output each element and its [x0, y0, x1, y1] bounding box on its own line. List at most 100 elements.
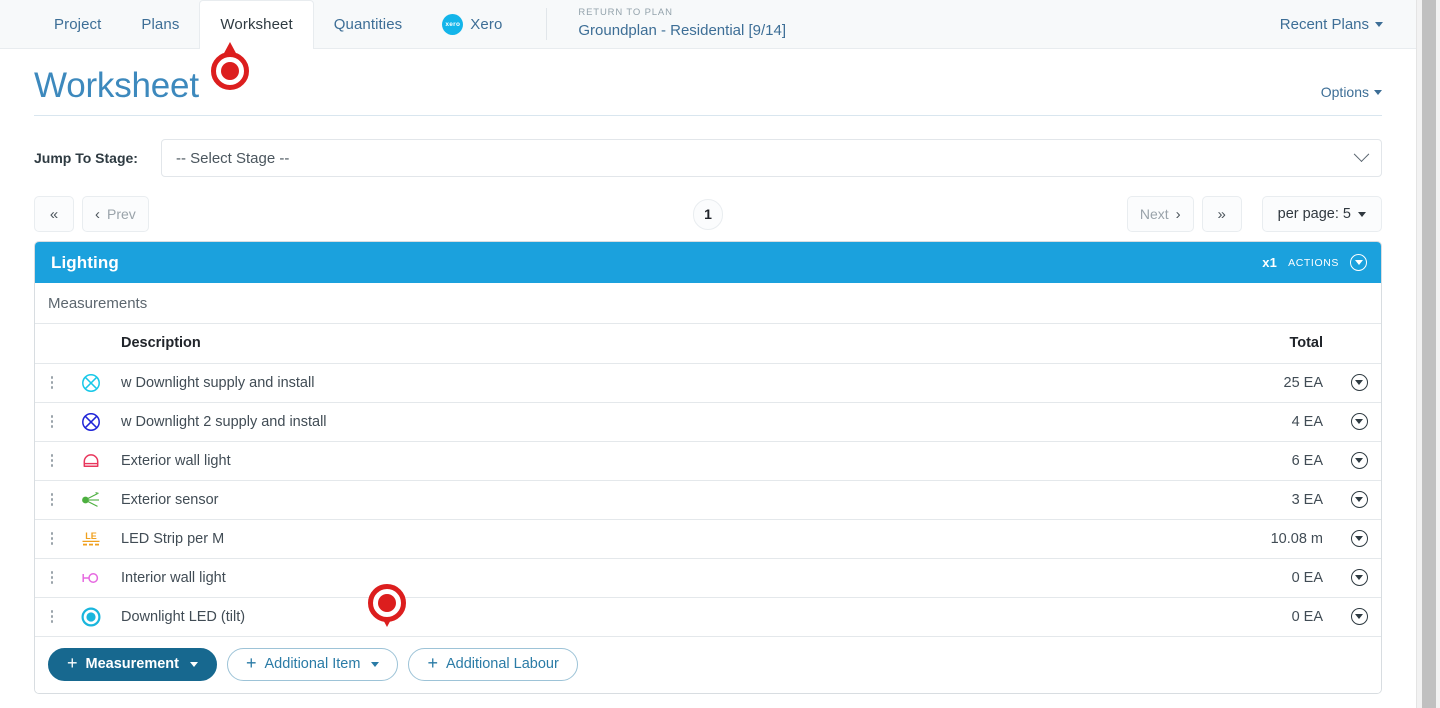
nav-tab-plans[interactable]: Plans — [121, 0, 199, 48]
row-total: 6 EA — [1177, 441, 1337, 481]
chevron-down-icon — [190, 661, 198, 667]
row-actions-caret-icon[interactable] — [1350, 608, 1368, 625]
table-row[interactable]: Downlight LED (tilt) 0 EA — [35, 597, 1381, 637]
jump-to-stage-row: Jump To Stage: -- Select Stage -- — [34, 116, 1382, 177]
pagination-prev-button[interactable]: ‹ Prev — [82, 196, 149, 232]
return-to-plan-link[interactable]: RETURN TO PLAN Groundplan - Residential … — [547, 0, 786, 48]
pagination-next-button[interactable]: Next › — [1126, 196, 1194, 232]
card-footer-buttons: + Measurement + Additional Item + Additi… — [35, 636, 1381, 693]
measurements-table: Description Total w Downlight supply and… — [35, 324, 1381, 637]
row-description: LED Strip per M — [113, 519, 1177, 559]
chevron-down-icon — [1375, 21, 1383, 27]
card-actions-caret-icon[interactable] — [1350, 254, 1367, 271]
nav-tab-label: Quantities — [333, 15, 403, 33]
add-additional-labour-button[interactable]: + Additional Labour — [408, 647, 578, 681]
table-body: w Downlight supply and install 25 EA w Dow… — [35, 363, 1381, 637]
nav-tab-xero[interactable]: xero Xero — [422, 0, 522, 48]
row-actions-caret-icon[interactable] — [1350, 452, 1368, 469]
row-drag-handle-cell — [35, 402, 69, 442]
nav-tab-project[interactable]: Project — [34, 0, 121, 48]
row-icon-cell — [69, 441, 113, 481]
row-total: 25 EA — [1177, 363, 1337, 403]
stage-select-value: -- Select Stage -- — [176, 149, 290, 167]
row-description: w Downlight 2 supply and install — [113, 402, 1177, 442]
chevron-down-icon — [1374, 89, 1382, 95]
row-description: Exterior wall light — [113, 441, 1177, 481]
drag-handle-icon[interactable] — [36, 610, 68, 623]
pagination-current-page[interactable]: 1 — [693, 198, 723, 230]
chevron-down-icon — [1353, 145, 1370, 162]
drag-handle-icon[interactable] — [36, 532, 68, 545]
row-actions-caret-icon[interactable] — [1350, 530, 1368, 547]
card-actions-label[interactable]: ACTIONS — [1288, 257, 1339, 269]
row-actions-caret-icon[interactable] — [1350, 569, 1368, 586]
row-drag-handle-cell — [35, 363, 69, 403]
nav-tab-label: Xero — [470, 15, 503, 33]
double-chevron-left-icon: « — [49, 205, 59, 223]
pagination-last-button[interactable]: » — [1201, 196, 1242, 232]
drag-handle-icon[interactable] — [36, 571, 68, 584]
row-actions-caret-icon[interactable] — [1350, 491, 1368, 508]
row-actions-cell — [1337, 558, 1381, 598]
col-handle-header — [35, 324, 69, 364]
table-row[interactable]: Interior wall light 0 EA — [35, 558, 1381, 598]
nav-tab-label: Plans — [141, 15, 180, 33]
nav-tab-list: Project Plans Worksheet Quantities xero … — [0, 0, 522, 49]
screenshot-root: Project Plans Worksheet Quantities xero … — [0, 0, 1440, 708]
row-total: 3 EA — [1177, 480, 1337, 520]
add-additional-item-button[interactable]: + Additional Item — [227, 647, 399, 681]
pagination-bar: « ‹ Prev 1 Next › » per page: 5 — [34, 177, 1382, 232]
plus-icon: + — [246, 653, 257, 673]
nav-tab-quantities[interactable]: Quantities — [314, 0, 423, 48]
row-drag-handle-cell — [35, 597, 69, 637]
row-drag-handle-cell — [35, 480, 69, 520]
row-icon-cell — [69, 363, 113, 403]
pagination-first-button[interactable]: « — [34, 196, 74, 232]
recent-plans-dropdown[interactable]: Recent Plans — [1280, 16, 1383, 33]
page-scrollbar-thumb[interactable] — [1422, 0, 1436, 708]
table-row[interactable]: LE LED Strip per M 10.08 m — [35, 519, 1381, 559]
row-actions-caret-icon[interactable] — [1350, 374, 1368, 391]
row-description: Exterior sensor — [113, 480, 1177, 520]
browser-viewport: Project Plans Worksheet Quantities xero … — [0, 0, 1416, 708]
row-description: w Downlight supply and install — [113, 363, 1177, 403]
row-drag-handle-cell — [35, 519, 69, 559]
per-page-dropdown[interactable]: per page: 5 — [1261, 196, 1382, 232]
row-total: 0 EA — [1177, 597, 1337, 637]
svg-text:LE: LE — [85, 531, 97, 541]
stage-select[interactable]: -- Select Stage -- — [161, 139, 1382, 177]
chevron-right-icon: › — [1175, 205, 1181, 223]
drag-handle-icon[interactable] — [36, 415, 68, 428]
table-row[interactable]: w Downlight 2 supply and install 4 EA — [35, 402, 1381, 442]
nav-tab-label: Worksheet — [220, 16, 293, 33]
table-row[interactable]: w Downlight supply and install 25 EA — [35, 363, 1381, 403]
pagination-next-label: Next — [1139, 206, 1169, 222]
nav-tab-worksheet[interactable]: Worksheet — [199, 0, 314, 49]
chevron-down-icon — [1358, 211, 1366, 217]
table-row[interactable]: Exterior wall light 6 EA — [35, 441, 1381, 481]
drag-handle-icon[interactable] — [36, 454, 68, 467]
row-actions-caret-icon[interactable] — [1350, 413, 1368, 430]
xero-logo-icon: xero — [442, 13, 464, 35]
measurements-section-label: Measurements — [35, 283, 1381, 324]
wall-light-icon — [70, 451, 112, 471]
crossed-circle-icon — [70, 373, 112, 393]
col-icon-header — [69, 324, 113, 364]
add-measurement-button[interactable]: + Measurement — [48, 647, 217, 681]
crossed-circle-icon — [70, 412, 112, 432]
jump-to-stage-label: Jump To Stage: — [34, 150, 138, 166]
card-multiplier: x1 — [1262, 255, 1278, 270]
card-header: Lighting x1 ACTIONS — [35, 242, 1381, 283]
per-page-label: per page: 5 — [1277, 206, 1351, 222]
options-dropdown[interactable]: Options — [1321, 84, 1382, 103]
row-total: 4 EA — [1177, 402, 1337, 442]
plus-icon: + — [67, 653, 78, 673]
table-header: Description Total — [35, 324, 1381, 364]
drag-handle-icon[interactable] — [36, 493, 68, 506]
row-drag-handle-cell — [35, 558, 69, 598]
drag-handle-icon[interactable] — [36, 376, 68, 389]
led-strip-icon: LE — [70, 529, 112, 549]
table-row[interactable]: Exterior sensor 3 EA — [35, 480, 1381, 520]
worksheet-card-lighting: Lighting x1 ACTIONS Measurements Descrip… — [34, 241, 1382, 694]
page-scrollbar[interactable] — [1416, 0, 1440, 708]
